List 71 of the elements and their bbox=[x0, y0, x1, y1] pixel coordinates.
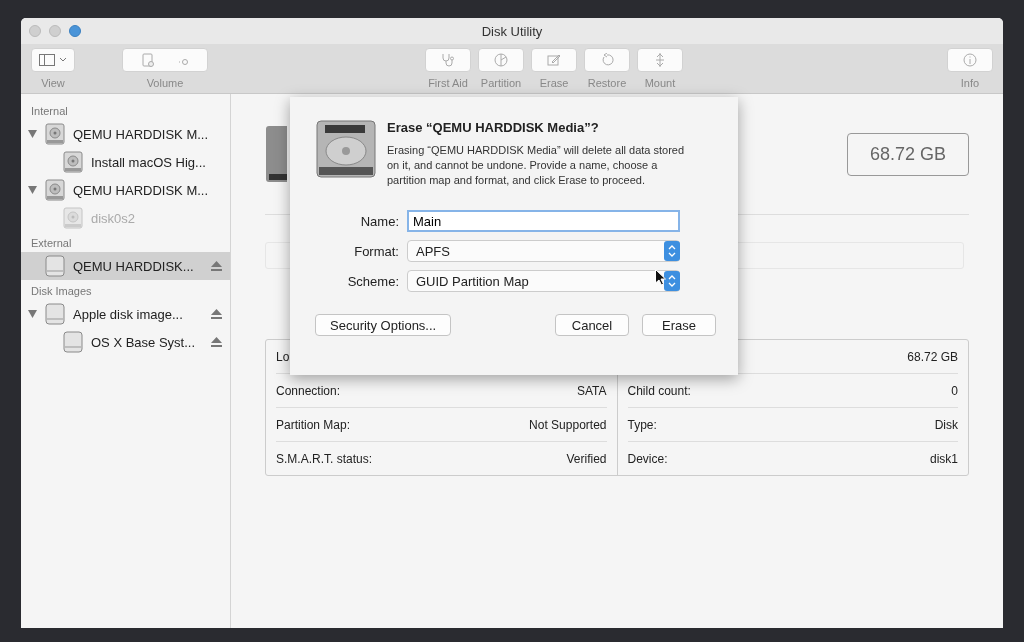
toolbar-label: Restore bbox=[587, 77, 627, 89]
info-label: S.M.A.R.T. status: bbox=[276, 451, 373, 466]
sidebar-item[interactable]: QEMU HARDDISK M... bbox=[21, 176, 230, 204]
sidebar-item[interactable]: QEMU HARDDISK M... bbox=[21, 120, 230, 148]
minimize-button[interactable] bbox=[49, 25, 61, 37]
window-title: Disk Utility bbox=[481, 23, 543, 39]
popup-value: GUID Partition Map bbox=[416, 273, 529, 289]
toolbar-button[interactable] bbox=[947, 48, 993, 72]
toolbar-button[interactable] bbox=[31, 48, 75, 72]
sidebar-item[interactable]: Apple disk image... bbox=[21, 300, 230, 328]
info-label: Partition Map: bbox=[276, 417, 351, 432]
toolbar-label: Partition bbox=[480, 77, 522, 89]
toolbar-label: Volume bbox=[146, 77, 184, 89]
dialog-button[interactable]: Erase bbox=[642, 314, 716, 336]
sidebar-item[interactable]: Install macOS Hig... bbox=[21, 148, 230, 176]
field-label: Scheme: bbox=[346, 273, 399, 289]
restore-icon bbox=[600, 53, 614, 67]
info-value: Not Supported bbox=[529, 417, 607, 432]
zoom-button[interactable] bbox=[69, 25, 81, 37]
toolbar-label: View bbox=[41, 77, 65, 89]
popup-button[interactable]: GUID Partition Map bbox=[407, 270, 680, 292]
section-header: Internal bbox=[30, 104, 69, 119]
sidebar-item[interactable]: QEMU HARDDISK... bbox=[21, 252, 230, 280]
popup-button[interactable]: APFS bbox=[407, 240, 680, 262]
section-header: External bbox=[30, 236, 73, 251]
toolbar-label: Erase bbox=[539, 77, 569, 89]
toolbar-button[interactable] bbox=[478, 48, 524, 72]
info-icon bbox=[963, 53, 977, 67]
eject-icon[interactable] bbox=[211, 337, 222, 347]
info-label: Device: bbox=[627, 451, 668, 466]
drive-icon bbox=[63, 331, 83, 353]
section-header: Disk Images bbox=[30, 284, 93, 299]
dialog-message: Erasing “QEMU HARDDISK Media” will delete all data stored on it, and cannot be undone. Provide a name, choose a partition map and format, and click Erase to proceed. bbox=[387, 143, 686, 188]
dialog-title: Erase “QEMU HARDDISK Media”? bbox=[387, 120, 600, 135]
info-label: Connection: bbox=[276, 383, 341, 398]
dialog-button[interactable]: Cancel bbox=[555, 314, 629, 336]
field-label: Name: bbox=[359, 213, 399, 229]
field-label: Format: bbox=[353, 243, 399, 259]
sidebar-icon bbox=[39, 54, 67, 66]
info-label: Child count: bbox=[627, 383, 691, 398]
name-field[interactable]: Main bbox=[407, 210, 680, 232]
info-value: disk1 bbox=[930, 451, 958, 466]
info-value: Disk bbox=[934, 417, 958, 432]
info-value: 68.72 GB bbox=[907, 349, 958, 364]
cursor-icon bbox=[655, 269, 666, 286]
eject-icon[interactable] bbox=[211, 309, 222, 319]
info-label: Lo bbox=[276, 349, 290, 364]
popup-value: APFS bbox=[416, 243, 450, 259]
drive-icon bbox=[45, 303, 65, 325]
toolbar-label: Info bbox=[960, 77, 980, 89]
stepper-arrows-icon bbox=[664, 241, 680, 261]
mount-icon bbox=[655, 53, 665, 67]
info-value: Verified bbox=[566, 451, 607, 466]
eject-icon[interactable] bbox=[211, 261, 222, 271]
toolbar-label: Mount bbox=[644, 77, 676, 89]
disclosure-triangle-icon[interactable] bbox=[28, 310, 37, 318]
toolbar-label: First Aid bbox=[428, 77, 468, 89]
capacity-label: 68.72 GB bbox=[846, 132, 969, 176]
sidebar-item[interactable]: OS X Base Syst... bbox=[21, 328, 230, 356]
pie-icon bbox=[494, 53, 508, 67]
close-button[interactable] bbox=[29, 25, 41, 37]
eraser-icon bbox=[547, 53, 561, 67]
info-value: 0 bbox=[951, 383, 958, 398]
stethoscope-icon bbox=[441, 53, 455, 67]
stepper-arrows-icon bbox=[664, 271, 680, 291]
security-options-button[interactable]: Security Options... bbox=[315, 314, 452, 336]
info-label: Type: bbox=[627, 417, 657, 432]
disclosure-triangle-icon[interactable] bbox=[28, 186, 37, 194]
drive-icon bbox=[45, 255, 65, 277]
info-value: SATA bbox=[576, 383, 607, 398]
disclosure-triangle-icon[interactable] bbox=[28, 130, 37, 138]
